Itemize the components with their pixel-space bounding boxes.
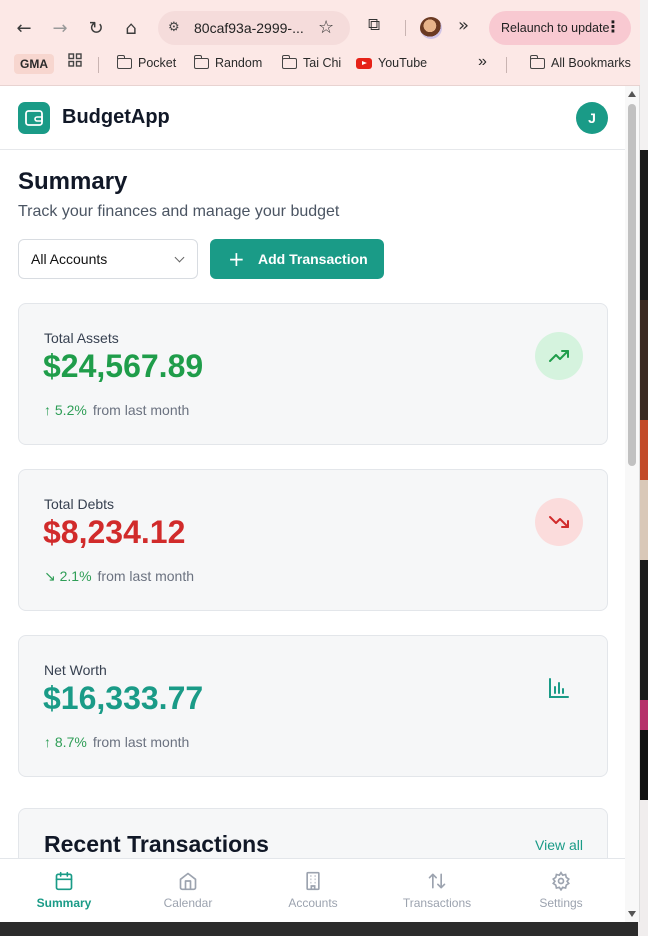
total-debts-card: Total Debts $8,234.12 ↘ 2.1% from last mo… [18,469,608,611]
page-subtitle: Track your finances and manage your budg… [18,203,340,220]
total-assets-value: $24,567.89 [43,348,204,384]
net-worth-value: $16,333.77 [43,680,204,716]
forward-icon[interactable]: → [46,14,74,42]
app-viewport: BudgetApp J Summary Track your finances … [0,86,640,922]
nav-label: Calendar [163,896,213,910]
account-select-value: All Accounts [31,251,108,267]
nav-label: Transactions [402,896,472,910]
app-header: BudgetApp J [0,86,626,150]
browser-toolbar: ← → ↻ ⌂ ⚙ 80caf93a-2999-... ☆ ⧉ » Relaun… [0,10,640,46]
chevron-down-icon [174,252,185,263]
scrollbar[interactable] [625,86,639,922]
bottom-nav: Summary Calendar Accounts Transactions S… [0,858,626,922]
relaunch-button[interactable]: Relaunch to update ⋮ [489,11,631,45]
nav-accounts[interactable]: Accounts [251,859,375,922]
browser-chrome: ← → ↻ ⌂ ⚙ 80caf93a-2999-... ☆ ⧉ » Relaun… [0,0,640,86]
address-bar[interactable]: ⚙ 80caf93a-2999-... ☆ [158,11,350,45]
change-text: from last month [97,568,195,584]
profile-avatar[interactable] [420,17,442,39]
total-debts-value: $8,234.12 [43,514,186,550]
trending-up-icon [535,332,583,380]
trending-down-icon [535,498,583,546]
folder-icon [529,54,545,69]
bookmarks-divider [506,57,507,73]
bookmark-tai-chi[interactable]: Tai Chi [281,54,342,70]
url-text: 80caf93a-2999-... [194,20,304,36]
user-avatar[interactable]: J [576,102,608,134]
extensions-icon[interactable]: ⧉ [368,15,380,35]
site-info-icon[interactable]: ⚙ [168,20,184,36]
folder-icon [116,54,132,69]
menu-dots-icon: ⋮ [605,19,621,36]
card-label: Total Debts [44,496,115,512]
change-text: from last month [92,734,190,750]
total-assets-card: Total Assets $24,567.89 ↑ 5.2% from last … [18,303,608,445]
bookmark-label: Pocket [138,56,177,70]
bookmark-all-bookmarks[interactable]: All Bookmarks [529,54,631,70]
card-change: ↘ 2.1% from last month [44,568,194,585]
youtube-icon [356,57,372,69]
account-select[interactable]: All Accounts [18,239,198,279]
app-name: BudgetApp [62,106,170,128]
more-bookmarks-icon[interactable]: » [478,53,487,71]
bookmark-random[interactable]: Random [193,54,263,70]
scroll-thumb[interactable] [628,104,636,466]
recent-transactions-title: Recent Transactions [44,831,269,857]
bookmark-pocket[interactable]: Pocket [116,54,177,70]
card-label: Total Assets [44,330,119,346]
back-icon[interactable]: ← [10,14,38,42]
wallet-logo-icon[interactable] [18,102,50,134]
nav-calendar[interactable]: Calendar [126,859,250,922]
plus-icon: + [228,247,245,271]
card-label: Net Worth [44,662,107,678]
folder-icon [193,54,209,69]
bookmark-label: YouTube [378,56,428,70]
bookmarks-divider [98,57,99,73]
nav-summary[interactable]: Summary [2,859,126,922]
summary-page: Summary Track your finances and manage y… [0,150,626,888]
bookmark-label: All Bookmarks [551,56,631,70]
bookmark-label: Tai Chi [303,56,342,70]
change-percent: ↘ 2.1% [44,568,92,584]
scroll-down-icon[interactable] [628,911,636,917]
change-percent: ↑ 8.7% [44,734,87,750]
view-all-link[interactable]: View all [535,837,583,853]
relaunch-label: Relaunch to update [501,21,610,35]
bar-chart-icon [535,664,583,712]
change-text: from last month [92,402,190,418]
reload-icon[interactable]: ↻ [82,14,110,42]
arrows-updown-icon [428,873,446,889]
folder-icon [281,54,297,69]
nav-label: Accounts [288,896,338,910]
nav-settings[interactable]: Settings [499,859,623,922]
card-change: ↑ 8.7% from last month [44,734,189,750]
bookmark-label: Random [215,56,263,70]
nav-label: Summary [36,896,92,910]
bookmark-star-icon[interactable]: ☆ [318,17,334,38]
bookmark-gma[interactable]: GMA [14,54,54,74]
card-change: ↑ 5.2% from last month [44,402,189,418]
change-percent: ↑ 5.2% [44,402,87,418]
calendar-icon [55,871,73,891]
more-tools-icon[interactable]: » [458,15,469,36]
home-icon [179,872,197,891]
bookmark-youtube[interactable]: YouTube [356,56,427,70]
home-icon[interactable]: ⌂ [117,14,145,42]
bookmarks-bar: GMA Pocket Random Tai Chi YouTube » All … [0,53,640,76]
page-title: Summary [18,168,128,195]
gear-icon [552,871,570,891]
nav-label: Settings [539,896,583,910]
nav-transactions[interactable]: Transactions [375,859,499,922]
add-transaction-button[interactable]: + Add Transaction [210,239,384,279]
building-icon [306,871,320,891]
add-transaction-label: Add Transaction [258,251,368,267]
net-worth-card: Net Worth $16,333.77 ↑ 8.7% from last mon… [18,635,608,777]
toolbar-divider [405,20,406,36]
scroll-up-icon[interactable] [628,91,636,97]
apps-grid-icon[interactable] [68,53,82,67]
